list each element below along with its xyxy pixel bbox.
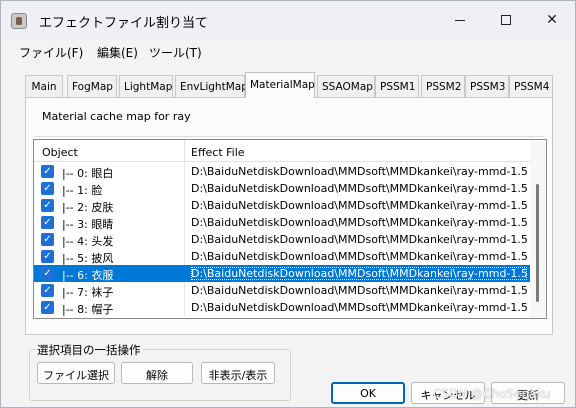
effect-path: D:\BaiduNetdiskDownload\MMDsoft\MMDkanke… bbox=[191, 250, 527, 263]
menu-file[interactable]: ファイル(F) bbox=[19, 44, 83, 61]
tab-pssm1[interactable]: PSSM1 bbox=[375, 75, 419, 97]
list-row-selected[interactable]: ✓ |-- 6: 衣服 D:\BaiduNetdiskDownload\MMDs… bbox=[34, 265, 530, 282]
checkbox[interactable]: ✓ bbox=[41, 199, 54, 212]
maximize-icon bbox=[501, 15, 511, 25]
panel-description: Material cache map for ray bbox=[42, 110, 191, 123]
checkbox[interactable]: ✓ bbox=[41, 284, 54, 297]
list-row[interactable]: ✓ |-- 4: 头发 D:\BaiduNetdiskDownload\MMDs… bbox=[34, 231, 530, 248]
cell-divider bbox=[184, 163, 185, 180]
effect-path: D:\BaiduNetdiskDownload\MMDsoft\MMDkanke… bbox=[191, 267, 527, 280]
tab-lightmap[interactable]: LightMap bbox=[119, 75, 173, 97]
cell-divider bbox=[184, 282, 185, 299]
object-name: |-- 6: 衣服 bbox=[62, 269, 114, 282]
object-name: |-- 7: 袜子 bbox=[62, 286, 114, 299]
effect-list[interactable]: Object Effect File ✓ |-- 0: 眼白 D:\BaiduN… bbox=[33, 139, 547, 319]
menu-tools[interactable]: ツール(T) bbox=[149, 44, 202, 61]
checkbox[interactable]: ✓ bbox=[41, 250, 54, 263]
list-row[interactable]: ✓ |-- 8: 帽子 D:\BaiduNetdiskDownload\MMDs… bbox=[34, 299, 530, 316]
column-header-effect[interactable]: Effect File bbox=[191, 146, 245, 159]
app-icon bbox=[11, 13, 27, 29]
close-icon: ✕ bbox=[546, 12, 558, 28]
effect-path: D:\BaiduNetdiskDownload\MMDsoft\MMDkanke… bbox=[191, 216, 527, 229]
cell-divider bbox=[184, 265, 185, 282]
ok-button[interactable]: OK bbox=[331, 382, 405, 404]
scrollbar-thumb[interactable] bbox=[536, 184, 539, 302]
maximize-button[interactable] bbox=[483, 1, 529, 39]
list-row[interactable]: ✓ |-- 0: 眼白 D:\BaiduNetdiskDownload\MMDs… bbox=[34, 163, 530, 180]
checkbox[interactable]: ✓ bbox=[41, 233, 54, 246]
bulk-operations-title: 選択項目の一括操作 bbox=[35, 342, 143, 358]
effect-path: D:\BaiduNetdiskDownload\MMDsoft\MMDkanke… bbox=[191, 301, 527, 314]
tab-materialmap[interactable]: MaterialMap bbox=[245, 72, 315, 98]
tab-ssaomap[interactable]: SSAOMap bbox=[317, 75, 375, 97]
column-header-object[interactable]: Object bbox=[42, 146, 78, 159]
effect-path: D:\BaiduNetdiskDownload\MMDsoft\MMDkanke… bbox=[191, 182, 527, 195]
cell-divider bbox=[184, 231, 185, 248]
list-row[interactable]: ✓ |-- 2: 皮肤 D:\BaiduNetdiskDownload\MMDs… bbox=[34, 197, 530, 214]
watermark-text: CSDN @ChoSenaku bbox=[433, 387, 551, 401]
menu-edit[interactable]: 編集(E) bbox=[97, 44, 138, 61]
list-row[interactable]: ✓ |-- 5: 披风 D:\BaiduNetdiskDownload\MMDs… bbox=[34, 248, 530, 265]
file-select-button[interactable]: ファイル選択 bbox=[37, 362, 115, 384]
list-row[interactable]: ✓ |-- 7: 袜子 D:\BaiduNetdiskDownload\MMDs… bbox=[34, 282, 530, 299]
list-row[interactable]: ✓ |-- 3: 眼睛 D:\BaiduNetdiskDownload\MMDs… bbox=[34, 214, 530, 231]
effect-path: D:\BaiduNetdiskDownload\MMDsoft\MMDkanke… bbox=[191, 284, 527, 297]
dialog-window: エフェクトファイル割り当て ✕ ファイル(F) 編集(E) ツール(T) Mai… bbox=[0, 0, 576, 408]
tab-envlightmap[interactable]: EnvLightMap bbox=[175, 75, 248, 97]
column-divider[interactable] bbox=[184, 140, 185, 162]
checkbox[interactable]: ✓ bbox=[41, 182, 54, 195]
list-header: Object Effect File bbox=[34, 140, 530, 162]
object-name: |-- 4: 头发 bbox=[62, 235, 114, 248]
object-name: |-- 2: 皮肤 bbox=[62, 201, 114, 214]
list-row[interactable]: ✓ |-- 1: 脸 D:\BaiduNetdiskDownload\MMDso… bbox=[34, 180, 530, 197]
tab-pssm2[interactable]: PSSM2 bbox=[421, 75, 465, 97]
tab-fogmap[interactable]: FogMap bbox=[67, 75, 117, 97]
toggle-visibility-button[interactable]: 非表示/表示 bbox=[201, 362, 275, 384]
object-name: |-- 0: 眼白 bbox=[62, 167, 114, 180]
title-bar: エフェクトファイル割り当て ✕ bbox=[1, 1, 575, 39]
cell-divider bbox=[184, 180, 185, 197]
minimize-button[interactable] bbox=[437, 1, 483, 39]
checkbox[interactable]: ✓ bbox=[41, 301, 54, 314]
checkbox[interactable]: ✓ bbox=[41, 216, 54, 229]
object-name: |-- 3: 眼睛 bbox=[62, 218, 114, 231]
vertical-scrollbar[interactable] bbox=[530, 140, 546, 318]
checkbox[interactable]: ✓ bbox=[41, 267, 54, 280]
tab-pssm4[interactable]: PSSM4 bbox=[509, 75, 553, 97]
minimize-icon bbox=[455, 19, 465, 21]
object-name: |-- 1: 脸 bbox=[62, 184, 103, 197]
object-name: |-- 5: 披风 bbox=[62, 252, 114, 265]
effect-path: D:\BaiduNetdiskDownload\MMDsoft\MMDkanke… bbox=[191, 199, 527, 212]
close-button[interactable]: ✕ bbox=[529, 1, 575, 39]
tab-main[interactable]: Main bbox=[25, 75, 63, 97]
panel-divider bbox=[34, 136, 544, 137]
cell-divider bbox=[184, 299, 185, 316]
cell-divider bbox=[184, 197, 185, 214]
checkbox[interactable]: ✓ bbox=[41, 165, 54, 178]
tab-pssm3[interactable]: PSSM3 bbox=[465, 75, 509, 97]
list-body: ✓ |-- 0: 眼白 D:\BaiduNetdiskDownload\MMDs… bbox=[34, 163, 530, 318]
window-title: エフェクトファイル割り当て bbox=[39, 16, 209, 31]
cell-divider bbox=[184, 248, 185, 265]
clear-button[interactable]: 解除 bbox=[121, 362, 193, 384]
effect-path: D:\BaiduNetdiskDownload\MMDsoft\MMDkanke… bbox=[191, 233, 527, 246]
effect-path: D:\BaiduNetdiskDownload\MMDsoft\MMDkanke… bbox=[191, 165, 527, 178]
object-name: |-- 8: 帽子 bbox=[62, 303, 114, 316]
cell-divider bbox=[184, 214, 185, 231]
menu-bar: ファイル(F) 編集(E) ツール(T) bbox=[1, 39, 575, 63]
